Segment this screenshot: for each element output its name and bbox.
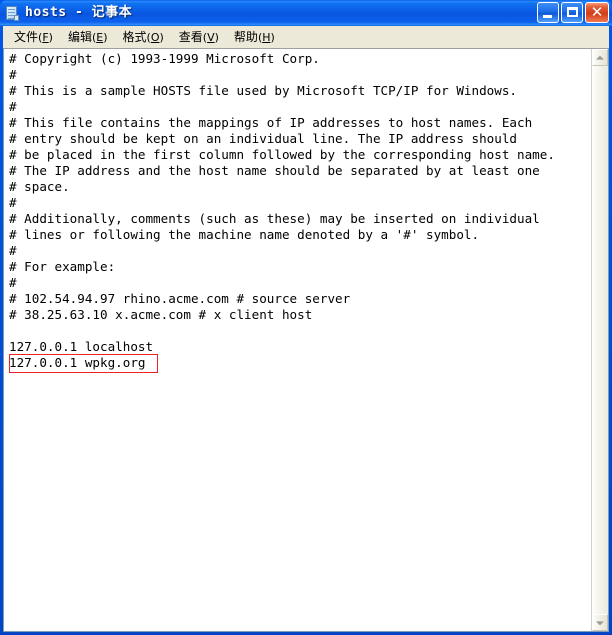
vertical-scrollbar[interactable] [591, 49, 608, 631]
text-line: # be placed in the first column followed… [9, 147, 555, 162]
menu-item-1[interactable]: 编辑(E) [61, 27, 116, 48]
minimize-icon [543, 15, 552, 18]
notepad-window: hosts - 记事本 ✕ 文件(F) 编辑(E) 格式(O) 查看(V) 帮助(H) … [0, 0, 612, 635]
text-line: # lines or following the machine name de… [9, 227, 480, 242]
window-title: hosts - 记事本 [25, 5, 133, 20]
text-line: # [9, 275, 17, 290]
text-line: # 102.54.94.97 rhino.acme.com # source s… [9, 291, 351, 306]
notepad-document-icon [4, 5, 20, 21]
menu-item-label: 编辑 [67, 29, 92, 44]
menu-item-accesskey: (F) [38, 30, 53, 44]
menu-item-2[interactable]: 格式(O) [116, 27, 172, 48]
text-line: # The IP address and the host name shoul… [9, 163, 540, 178]
text-line: # [9, 67, 17, 82]
text-line: # This is a sample HOSTS file used by Mi… [9, 83, 517, 98]
window-controls: ✕ [537, 2, 609, 23]
text-line: # [9, 99, 17, 114]
minimize-button[interactable] [537, 2, 559, 23]
text-line: 127.0.0.1 wpkg.org [9, 355, 146, 370]
text-line: # space. [9, 179, 70, 194]
maximize-button[interactable] [561, 2, 583, 23]
menu-item-accesskey: (H) [257, 30, 275, 44]
menu-item-0[interactable]: 文件(F) [7, 27, 61, 48]
menu-item-label: 帮助 [233, 29, 258, 44]
text-line: 127.0.0.1 localhost [9, 339, 154, 354]
menu-item-4[interactable]: 帮助(H) [227, 27, 283, 48]
menu-item-accesskey: (O) [146, 30, 164, 44]
text-line: # Additionally, comments (such as these)… [9, 211, 540, 226]
menu-item-label: 格式 [122, 29, 147, 44]
text-line: # [9, 195, 17, 210]
scroll-up-arrow-icon[interactable] [592, 49, 608, 66]
text-line [9, 323, 591, 339]
menu-item-accesskey: (V) [202, 30, 219, 44]
menu-item-label: 文件 [14, 29, 39, 44]
menu-item-accesskey: (E) [91, 30, 108, 44]
title-bar[interactable]: hosts - 记事本 ✕ [0, 0, 612, 26]
text-line: # entry should be kept on an individual … [9, 131, 517, 146]
scroll-down-arrow-icon[interactable] [592, 614, 608, 631]
text-line: # For example: [9, 259, 116, 274]
text-line: # 38.25.63.10 x.acme.com # x client host [9, 307, 313, 322]
text-line: # Copyright (c) 1993-1999 Microsoft Corp… [9, 51, 320, 66]
close-button[interactable]: ✕ [585, 2, 609, 23]
menu-bar: 文件(F) 编辑(E) 格式(O) 查看(V) 帮助(H) [3, 26, 609, 48]
maximize-icon [567, 7, 578, 17]
menu-item-3[interactable]: 查看(V) [172, 27, 227, 48]
scrollbar-track[interactable] [592, 66, 608, 614]
text-editor-area[interactable]: # Copyright (c) 1993-1999 Microsoft Corp… [4, 49, 591, 631]
text-editor-client: # Copyright (c) 1993-1999 Microsoft Corp… [3, 48, 609, 632]
text-line: # This file contains the mappings of IP … [9, 115, 533, 130]
text-line: # [9, 243, 17, 258]
close-icon: ✕ [590, 3, 604, 21]
menu-item-label: 查看 [178, 29, 203, 44]
